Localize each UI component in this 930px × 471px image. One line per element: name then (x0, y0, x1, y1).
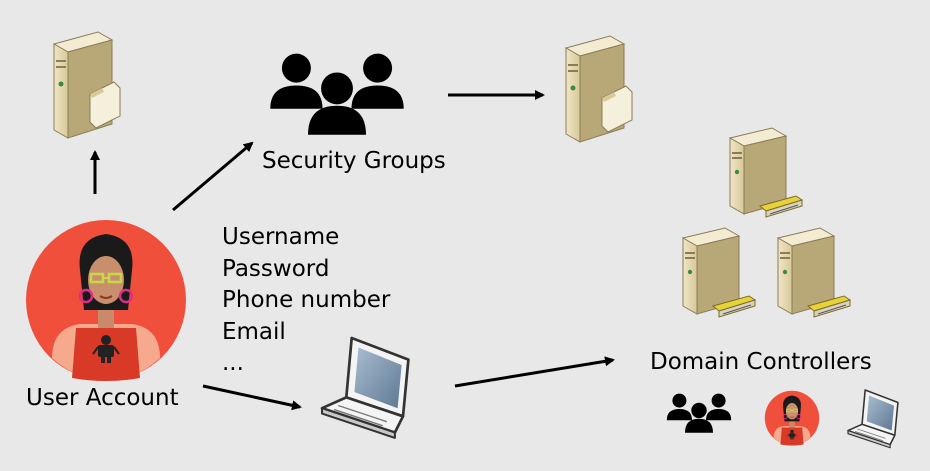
server-icon-right (565, 35, 633, 143)
user-avatar-icon-small (764, 390, 820, 446)
security-groups-label: Security Groups (262, 148, 446, 174)
domain-controllers-label: Domain Controllers (650, 349, 872, 375)
security-group-icon (270, 53, 404, 135)
laptop-icon-small (847, 389, 899, 449)
attribute-item: Password (222, 255, 330, 282)
attribute-item: Username (222, 224, 340, 250)
domain-controller-icon-top (729, 127, 803, 218)
arrow-user-to-laptop (202, 384, 302, 411)
arrow-user-to-groups (172, 141, 254, 212)
arrow-laptop-to-dc (454, 356, 615, 388)
user-avatar-icon (24, 218, 188, 383)
domain-controller-icon-left (682, 227, 756, 318)
server-icon-left (53, 31, 121, 139)
domain-controller-icon-right (777, 227, 851, 318)
user-account-label: User Account (26, 385, 179, 411)
attribute-item: Phone number (222, 287, 391, 313)
diagram-canvas: Security Groups User Account Domain Cont… (0, 0, 930, 471)
attribute-item: Email (222, 318, 286, 345)
security-group-icon-small (666, 393, 732, 433)
attribute-item: ... (222, 350, 244, 376)
account-attribute-list: Username Password Phone number Email ... (222, 222, 390, 380)
